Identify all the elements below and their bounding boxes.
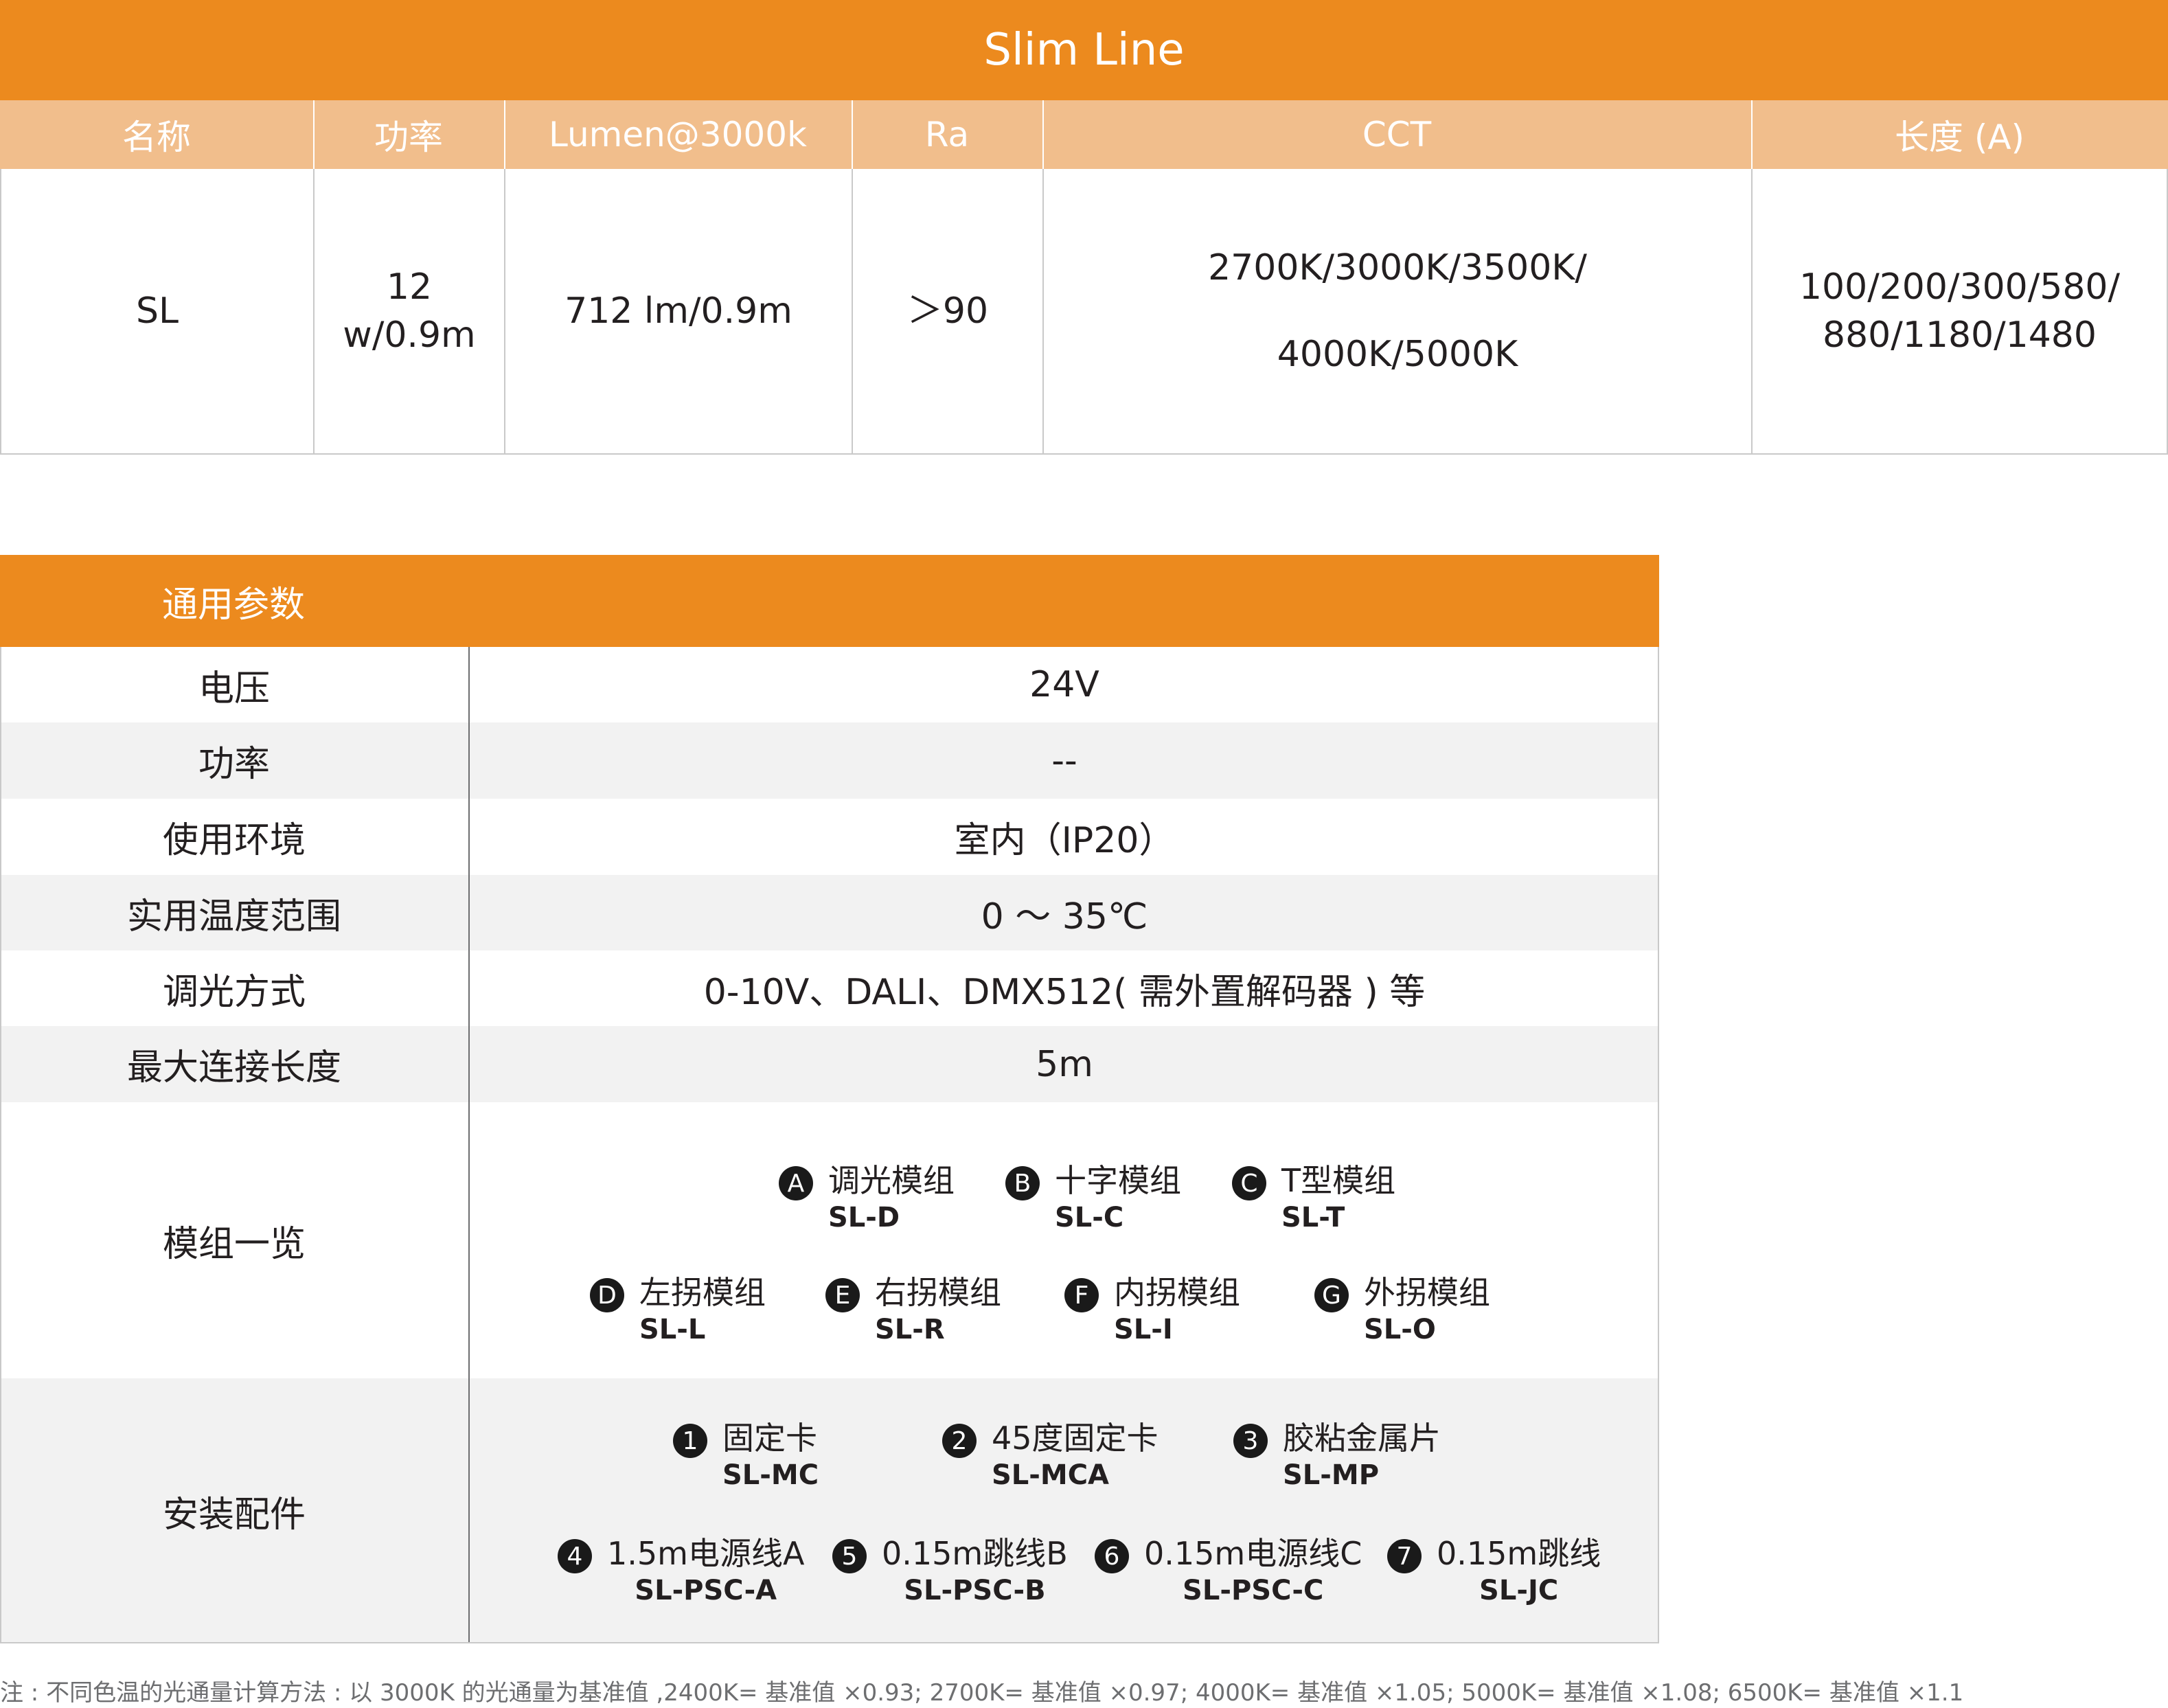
param-value: 0 ～ 35℃: [981, 896, 1148, 937]
param-label: 电压: [0, 647, 470, 722]
param-label: 最大连接长度: [0, 1026, 470, 1102]
badge-3-icon: 3: [1233, 1424, 1268, 1458]
badge-7-icon: 7: [1387, 1539, 1422, 1573]
badge-g-icon: G: [1314, 1278, 1349, 1312]
accessory-power-cable-c: 6 0.15m电源线C SL-PSC-C: [1095, 1534, 1362, 1608]
module-outer: G 外拐模组 SL-O: [1314, 1273, 1490, 1347]
param-row-temperature: 实用温度范围 0 ～ 35℃: [0, 875, 1659, 950]
param-value: --: [1051, 740, 1077, 782]
param-row-accessories: 安装配件 1 固定卡 SL-MC 2 45度固定卡 SL-MCA 3 胶粘金属片 SL…: [0, 1378, 1659, 1643]
accessories-label: 安装配件: [0, 1378, 470, 1643]
badge-e-icon: E: [825, 1278, 860, 1312]
cell-lumen: 712 lm/0.9m: [564, 291, 792, 332]
module-inner: F 内拐模组 SL-I: [1064, 1273, 1240, 1347]
accessories-list: 1 固定卡 SL-MC 2 45度固定卡 SL-MCA 3 胶粘金属片 SL-MP 4…: [470, 1378, 1659, 1643]
module-t: C T型模组 SL-T: [1232, 1161, 1395, 1235]
badge-1-icon: 1: [673, 1424, 707, 1458]
badge-b-icon: B: [1005, 1166, 1040, 1200]
modules-label: 模组一览: [0, 1102, 470, 1378]
param-row-voltage: 电压 24V: [0, 647, 1659, 722]
badge-f-icon: F: [1064, 1278, 1099, 1312]
param-value: 0-10V、DALI、DMX512( 需外置解码器 ) 等: [703, 971, 1426, 1013]
product-header-row: 名称 功率 Lumen@3000k Ra CCT 长度 (A): [0, 100, 2168, 169]
module-left: D 左拐模组 SL-L: [590, 1273, 766, 1347]
accessory-clip: 1 固定卡 SL-MC: [673, 1418, 819, 1492]
param-value: 5m: [1036, 1043, 1093, 1085]
accessory-adhesive-plate: 3 胶粘金属片 SL-MP: [1233, 1418, 1441, 1492]
params-table: 通用参数 电压 24V 功率 -- 使用环境 室内（IP20） 实用温度范围 0…: [0, 555, 1659, 1643]
header-power: 功率: [374, 117, 443, 157]
param-label: 使用环境: [0, 799, 470, 875]
cell-power: 12 w/0.9m: [343, 266, 476, 356]
param-row-max-length: 最大连接长度 5m: [0, 1026, 1659, 1102]
module-right: E 右拐模组 SL-R: [825, 1273, 1001, 1347]
accessory-power-cable-a: 4 1.5m电源线A SL-PSC-A: [558, 1534, 804, 1608]
product-title: Slim Line: [0, 0, 2168, 100]
accessory-jumper: 7 0.15m跳线 SL-JC: [1387, 1534, 1601, 1608]
header-length: 长度 (A): [1894, 117, 2025, 157]
header-lumen: Lumen@3000k: [548, 115, 808, 155]
module-cross: B 十字模组 SL-C: [1005, 1161, 1181, 1235]
footnote: 注 : 不同色温的光通量计算方法 : 以 3000K 的光通量为基准值 ,240…: [0, 1678, 1964, 1707]
params-title: 通用参数: [0, 555, 1659, 647]
header-ra: Ra: [924, 115, 970, 155]
header-name: 名称: [122, 117, 191, 157]
cell-length: 100/200/300/580/ 880/1180/1480: [1799, 266, 2121, 356]
accessory-45-clip: 2 45度固定卡 SL-MCA: [942, 1418, 1159, 1492]
badge-a-icon: A: [779, 1166, 813, 1200]
badge-6-icon: 6: [1095, 1539, 1129, 1573]
header-cct: CCT: [1362, 115, 1432, 155]
cell-name: SL: [136, 291, 179, 332]
param-row-power: 功率 --: [0, 722, 1659, 799]
module-dimming: A 调光模组 SL-D: [779, 1161, 955, 1235]
badge-2-icon: 2: [942, 1424, 977, 1458]
badge-c-icon: C: [1232, 1166, 1266, 1200]
accessory-jumper-b: 5 0.15m跳线B SL-PSC-B: [832, 1534, 1068, 1608]
param-value: 室内（IP20）: [954, 820, 1175, 861]
param-label: 实用温度范围: [0, 875, 470, 950]
badge-5-icon: 5: [832, 1539, 867, 1573]
param-row-dimming: 调光方式 0-10V、DALI、DMX512( 需外置解码器 ) 等: [0, 950, 1659, 1026]
product-table: Slim Line 名称 功率 Lumen@3000k Ra CCT 长度 (A…: [0, 0, 2168, 455]
param-row-modules: 模组一览 A 调光模组 SL-D B 十字模组 SL-C C T型模组 SL-T D …: [0, 1102, 1659, 1378]
param-label: 功率: [0, 722, 470, 799]
param-row-environment: 使用环境 室内（IP20）: [0, 799, 1659, 875]
param-label: 调光方式: [0, 950, 470, 1026]
badge-4-icon: 4: [558, 1539, 592, 1573]
param-value: 24V: [1029, 664, 1099, 705]
cell-ra: ＞90: [906, 291, 989, 332]
badge-d-icon: D: [590, 1278, 624, 1312]
modules-list: A 调光模组 SL-D B 十字模组 SL-C C T型模组 SL-T D 左拐模组 S…: [470, 1102, 1659, 1378]
cell-cct: 2700K/3000K/3500K/ 4000K/5000K: [1208, 247, 1587, 375]
product-data-row: SL 12 w/0.9m 712 lm/0.9m ＞90 2700K/3000K…: [0, 169, 2168, 455]
